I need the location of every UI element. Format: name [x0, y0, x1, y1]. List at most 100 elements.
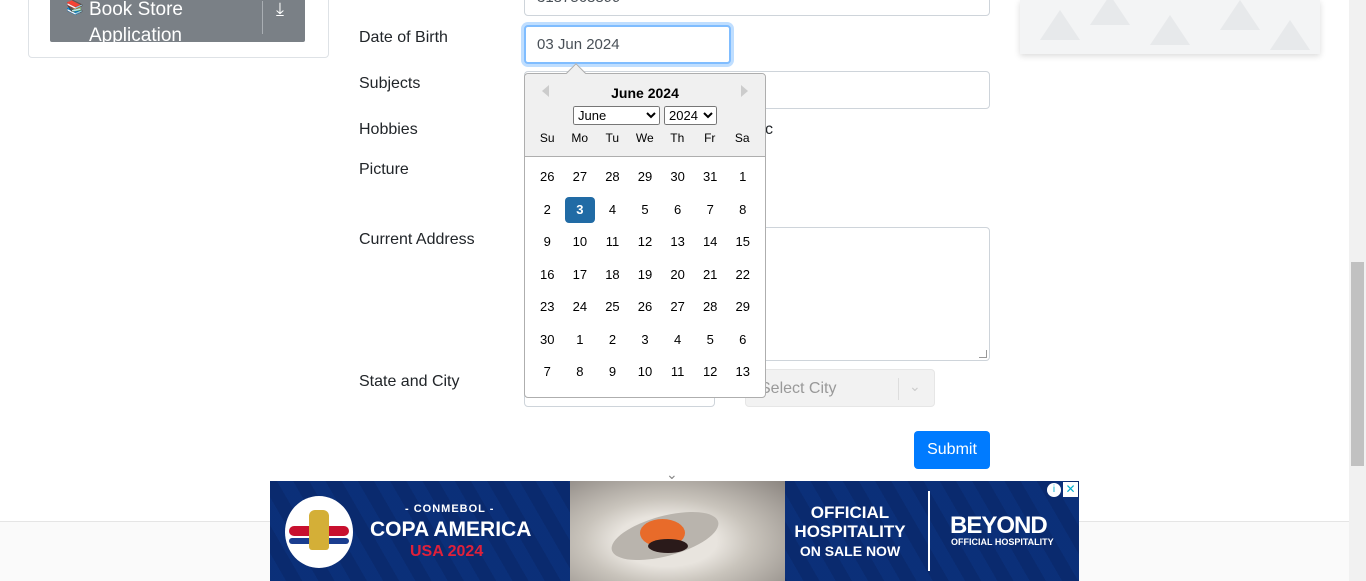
ad-food-image	[570, 481, 785, 581]
ad-sale-text: ON SALE NOW	[799, 543, 901, 559]
datepicker-days: 26 27 28 29 30 31 1 2 3 4 5 6 7 8 9 10 11 12 13 14 15 16 17 18 1…	[531, 164, 759, 392]
datepicker-day[interactable]: 19	[630, 262, 661, 288]
ad-close-icon[interactable]: ✕	[1063, 482, 1078, 497]
ad-info-icon[interactable]: i	[1047, 483, 1061, 497]
ad-pattern-shape	[1270, 20, 1310, 50]
datepicker-day[interactable]: 8	[727, 197, 758, 223]
datepicker-day[interactable]: 29	[630, 164, 661, 190]
datepicker-day[interactable]: 28	[597, 164, 628, 190]
datepicker-day[interactable]: 4	[597, 197, 628, 223]
datepicker-day[interactable]: 13	[727, 359, 758, 385]
datepicker-day[interactable]: 12	[630, 229, 661, 255]
datepicker-day[interactable]: 4	[662, 327, 693, 353]
weekday-name: Su	[539, 131, 555, 145]
copa-america-logo	[285, 496, 353, 568]
chevron-down-icon: ⌄	[909, 378, 921, 394]
weekday-name: Sa	[734, 131, 750, 145]
scrollbar-thumb[interactable]	[1351, 262, 1364, 466]
datepicker-day[interactable]: 15	[727, 229, 758, 255]
ad-pattern-shape	[1040, 10, 1080, 40]
datepicker-day[interactable]: 16	[532, 262, 563, 288]
datepicker-week: 26 27 28 29 30 31 1	[531, 164, 759, 197]
datepicker-day[interactable]: 18	[597, 262, 628, 288]
datepicker-day[interactable]: 1	[727, 164, 758, 190]
datepicker-day[interactable]: 25	[597, 294, 628, 320]
datepicker-day[interactable]: 17	[565, 262, 596, 288]
datepicker-day[interactable]: 21	[695, 262, 726, 288]
datepicker-week: 7 8 9 10 11 12 13	[531, 359, 759, 392]
datepicker-day[interactable]: 8	[565, 359, 596, 385]
datepicker-day[interactable]: 31	[695, 164, 726, 190]
datepicker-day[interactable]: 6	[727, 327, 758, 353]
datepicker-week: 30 1 2 3 4 5 6	[531, 327, 759, 360]
datepicker-day[interactable]: 28	[695, 294, 726, 320]
datepicker-week: 23 24 25 26 27 28 29	[531, 294, 759, 327]
datepicker-day[interactable]: 27	[662, 294, 693, 320]
datepicker-day[interactable]: 5	[630, 197, 661, 223]
resize-handle[interactable]	[979, 350, 987, 358]
datepicker-day[interactable]: 7	[532, 359, 563, 385]
submit-button[interactable]: Submit	[914, 431, 990, 469]
ad-pattern-shape	[1150, 15, 1190, 45]
subjects-label: Subjects	[359, 75, 421, 92]
dob-label: Date of Birth	[359, 29, 448, 46]
datepicker-day[interactable]: 13	[662, 229, 693, 255]
datepicker-day[interactable]: 9	[597, 359, 628, 385]
month-select[interactable]: JanuaryFebruaryMarchAprilMayJuneJulyAugu…	[573, 106, 660, 125]
datepicker-day[interactable]: 11	[597, 229, 628, 255]
datepicker-day[interactable]: 26	[532, 164, 563, 190]
ad-divider	[928, 491, 930, 571]
datepicker-day[interactable]: 7	[695, 197, 726, 223]
datepicker-day[interactable]: 10	[630, 359, 661, 385]
datepicker-day[interactable]: 6	[662, 197, 693, 223]
datepicker: June 2024 JanuaryFebruaryMarchAprilMayJu…	[524, 63, 766, 398]
hobby-music-label[interactable]: c	[765, 121, 773, 139]
hobbies-label: Hobbies	[359, 121, 418, 138]
city-separator	[898, 378, 899, 400]
datepicker-day[interactable]: 22	[727, 262, 758, 288]
sidebar-item-book-store[interactable]: 📚 Book Store Application ⤓	[50, 0, 305, 46]
datepicker-day[interactable]: 2	[532, 197, 563, 223]
datepicker-week: 2345678	[531, 196, 759, 230]
weekday-name: Tu	[605, 131, 620, 145]
download-icon[interactable]: ⤓	[276, 0, 284, 20]
datepicker-day[interactable]: 11	[662, 359, 693, 385]
state-city-label: State and City	[359, 373, 460, 390]
datepicker-day[interactable]: 30	[532, 327, 563, 353]
datepicker-day[interactable]: 27	[565, 164, 596, 190]
sidebar-divider	[262, 1, 263, 34]
datepicker-day[interactable]: 1	[565, 327, 596, 353]
right-ad-banner[interactable]	[1020, 0, 1320, 54]
datepicker-day[interactable]: 3	[564, 196, 596, 223]
datepicker-day[interactable]: 20	[662, 262, 693, 288]
datepicker-day[interactable]: 30	[662, 164, 693, 190]
ad-brand-sub-text: OFFICIAL HOSPITALITY	[951, 537, 1054, 547]
datepicker-day[interactable]: 24	[565, 294, 596, 320]
datepicker-day[interactable]: 12	[695, 359, 726, 385]
datepicker-day[interactable]: 10	[565, 229, 596, 255]
book-icon: 📚	[66, 0, 84, 15]
datepicker-day[interactable]: 5	[695, 327, 726, 353]
caviar-image	[648, 539, 688, 553]
datepicker-day[interactable]: 3	[630, 327, 661, 353]
datepicker-week: 16 17 18 19 20 21 22	[531, 262, 759, 295]
datepicker-day[interactable]: 14	[695, 229, 726, 255]
datepicker-header: June 2024 JanuaryFebruaryMarchAprilMayJu…	[525, 74, 765, 157]
page-scrollbar[interactable]	[1349, 0, 1366, 581]
next-month-button[interactable]	[741, 85, 748, 97]
year-select[interactable]: 202320242025	[664, 106, 717, 125]
weekday-name: Mo	[571, 131, 589, 145]
ad-pattern-shape	[1090, 0, 1130, 25]
mobile-input[interactable]	[524, 0, 990, 16]
sidebar-card: 📚 Book Store Application ⤓	[28, 0, 329, 58]
weekday-name: We	[635, 131, 654, 145]
datepicker-day[interactable]: 23	[532, 294, 563, 320]
datepicker-day[interactable]: 26	[630, 294, 661, 320]
date-of-birth-input[interactable]	[524, 25, 731, 64]
copa-america-ad[interactable]: - CONMEBOL - COPA AMERICA USA 2024 OFFIC…	[270, 481, 1079, 581]
datepicker-day[interactable]: 29	[727, 294, 758, 320]
weekday-name: Th	[670, 131, 685, 145]
datepicker-day[interactable]: 9	[532, 229, 563, 255]
ad-copa-text: COPA AMERICA	[370, 518, 532, 541]
datepicker-day[interactable]: 2	[597, 327, 628, 353]
